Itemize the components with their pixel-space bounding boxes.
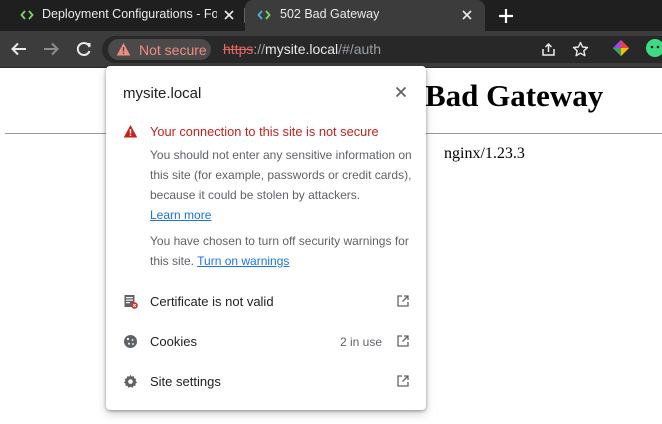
external-link-icon — [397, 295, 409, 307]
external-link-icon — [397, 335, 409, 347]
certificate-row[interactable]: Certificate is not valid — [106, 282, 426, 322]
reload-icon[interactable] — [74, 39, 94, 59]
warning-triangle-icon — [116, 43, 131, 56]
cookies-row[interactable]: Cookies 2 in use — [106, 322, 426, 362]
certificate-row-label: Certificate is not valid — [150, 294, 274, 309]
security-chip[interactable]: Not secure — [108, 39, 211, 60]
tab-502-bad-gateway[interactable]: 502 Bad Gateway — [245, 0, 485, 31]
warning-body-text: You should not enter any sensitive infor… — [150, 148, 412, 202]
tab-strip: Deployment Configurations - For 502 Bad … — [0, 0, 662, 31]
android-extension-icon[interactable] — [645, 38, 662, 58]
cookies-row-label: Cookies — [150, 334, 197, 349]
code-brackets-icon — [257, 10, 271, 20]
bubble-site-host: mysite.local — [123, 85, 202, 102]
tab-title: Deployment Configurations - For — [42, 7, 217, 21]
url-path: /#/auth — [338, 41, 381, 57]
browser-toolbar: Not secure https://mysite.local/#/auth — [0, 31, 662, 68]
learn-more-link[interactable]: Learn more — [150, 208, 211, 222]
page-heading: Bad Gateway — [425, 78, 604, 113]
code-brackets-icon — [20, 10, 34, 20]
site-settings-row-label: Site settings — [150, 374, 221, 389]
security-warning-body: You should not enter any sensitive infor… — [150, 145, 416, 225]
close-icon[interactable] — [393, 84, 409, 100]
page-info-bubble: mysite.local Your connection to this sit… — [106, 66, 426, 410]
url-separator: :// — [253, 41, 266, 57]
tab-deployment-configurations[interactable]: Deployment Configurations - For — [0, 0, 244, 31]
forward-arrow-icon[interactable] — [41, 39, 61, 59]
warning-triangle-icon — [123, 125, 138, 138]
server-signature: nginx/1.23.3 — [444, 145, 525, 162]
security-warning-title: Your connection to this site is not secu… — [150, 124, 379, 139]
cookies-count: 2 in use — [340, 335, 383, 349]
certificate-error-icon — [124, 295, 138, 309]
security-override-note: You have chosen to turn off security war… — [150, 231, 416, 271]
tab-title: 502 Bad Gateway — [280, 7, 380, 21]
url-host: mysite.local — [265, 41, 339, 57]
external-link-icon — [397, 375, 409, 387]
close-tab-icon[interactable] — [222, 8, 236, 22]
address-bar[interactable]: Not secure https://mysite.local/#/auth — [102, 36, 662, 63]
gear-icon — [123, 374, 138, 388]
bookmark-star-icon[interactable] — [572, 41, 589, 58]
security-chip-label: Not secure — [139, 42, 207, 58]
site-settings-row[interactable]: Site settings — [106, 362, 426, 402]
colorful-extension-icon[interactable] — [611, 38, 631, 58]
url-scheme: https — [223, 41, 254, 57]
url-text: https://mysite.local/#/auth — [223, 41, 381, 57]
cookie-icon — [124, 335, 137, 348]
close-tab-icon[interactable] — [460, 8, 474, 22]
turn-on-warnings-link[interactable]: Turn on warnings — [197, 254, 289, 268]
share-icon[interactable] — [540, 41, 557, 58]
back-arrow-icon[interactable] — [9, 39, 29, 59]
new-tab-icon[interactable] — [495, 5, 517, 27]
